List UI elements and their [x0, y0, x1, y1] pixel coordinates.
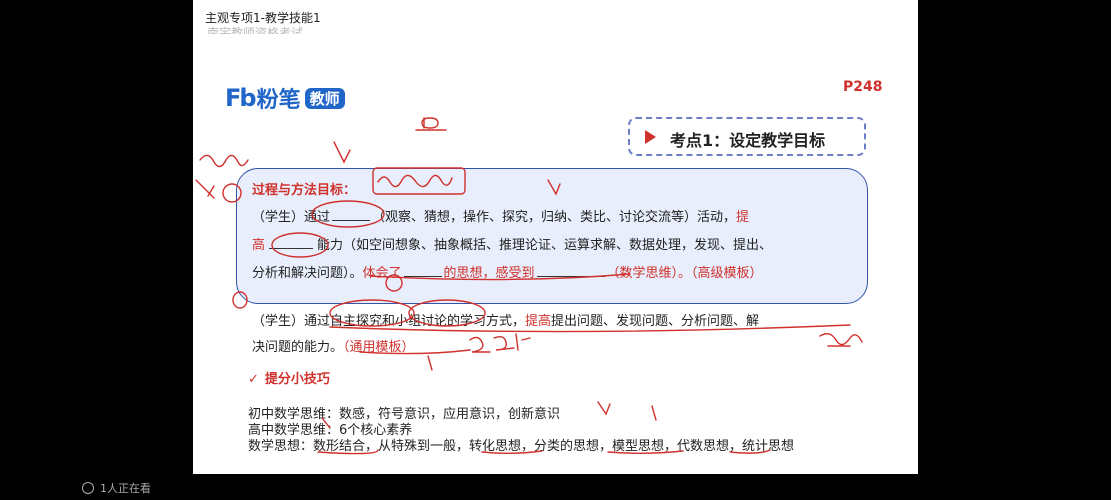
viewer-count-label: 1人正在看: [100, 482, 151, 495]
handwritten-annotations: [195, 117, 863, 455]
underline-ideas: [317, 449, 771, 455]
circle-mark-2: [222, 183, 242, 203]
underline-general-1: [329, 324, 851, 333]
arrow-mark-3: [427, 355, 433, 371]
underline-advanced: [369, 273, 631, 281]
arrow-mark-1: [333, 141, 351, 164]
viewer-icon: [82, 482, 94, 494]
viewer-count: 1人正在看: [82, 480, 151, 496]
circle-mark-discuss: [408, 299, 486, 327]
scribble-note-1: [377, 174, 453, 188]
circle-mark-1: [232, 291, 248, 309]
arrow-mark-4: [321, 401, 657, 429]
scribble-note-22: [469, 333, 531, 353]
arrow-mark-2: [547, 179, 561, 196]
circle-mark-inquiry: [329, 299, 415, 327]
scribble-note-right: [819, 333, 863, 347]
circle-mark-observe: [311, 200, 385, 228]
circle-mark-ability: [271, 232, 329, 258]
scribble-note-10: [415, 117, 447, 131]
underline-general-2: [359, 349, 471, 355]
